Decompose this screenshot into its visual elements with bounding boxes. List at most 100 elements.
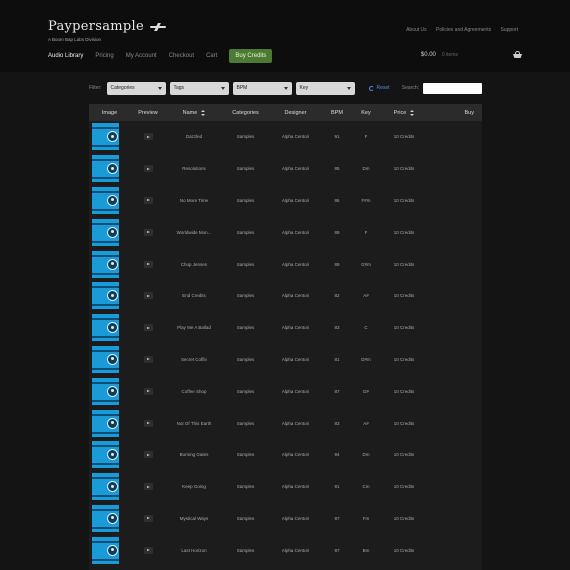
sample-category[interactable]: Samples	[222, 166, 269, 171]
link-policies[interactable]: Policies and Agreements	[436, 27, 491, 33]
play-button[interactable]	[143, 419, 153, 427]
sample-price: 10 Credits	[393, 547, 415, 553]
buy-credits-button[interactable]: Buy Credits	[229, 49, 273, 63]
search-input[interactable]	[423, 82, 482, 94]
sample-designer[interactable]: Alpha Centori	[269, 548, 322, 553]
sample-designer[interactable]: Alpha Centori	[269, 421, 322, 426]
sample-name[interactable]: Play Me A Ballad	[166, 325, 222, 330]
nav-pricing[interactable]: Pricing	[95, 53, 113, 59]
sample-category[interactable]: Samples	[222, 262, 269, 267]
sample-bpm: 83	[334, 325, 340, 331]
album-art-image	[92, 123, 119, 151]
basket-icon[interactable]	[513, 51, 522, 58]
link-support[interactable]: Support	[500, 27, 518, 33]
header-price[interactable]: Price	[380, 109, 428, 116]
play-icon	[146, 453, 150, 456]
play-button[interactable]	[143, 228, 153, 236]
sample-name[interactable]: End Credits	[166, 293, 222, 298]
sample-designer[interactable]: Alpha Centori	[269, 262, 322, 267]
sample-category[interactable]: Samples	[222, 134, 269, 139]
thumbnail-cell	[89, 186, 130, 214]
album-art-image	[92, 377, 119, 405]
sample-category[interactable]: Samples	[222, 452, 269, 457]
sample-name[interactable]: Keep Going	[166, 484, 222, 489]
categories-select[interactable]: Categories	[106, 81, 166, 95]
sample-category[interactable]: Samples	[222, 325, 269, 330]
sample-category[interactable]: Samples	[222, 230, 269, 235]
sample-designer[interactable]: Alpha Centori	[269, 230, 322, 235]
sample-name[interactable]: Dazzled	[166, 134, 222, 139]
play-button[interactable]	[143, 355, 153, 363]
play-button[interactable]	[143, 514, 153, 522]
sample-price: 10 Credits	[393, 515, 415, 521]
sample-bpm: 87	[334, 388, 340, 394]
play-button[interactable]	[143, 451, 153, 459]
sample-designer[interactable]: Alpha Centori	[269, 325, 322, 330]
paper-plane-icon	[150, 22, 167, 31]
play-button[interactable]	[143, 260, 153, 268]
tags-select[interactable]: Tags	[169, 81, 229, 95]
sample-name[interactable]: Coffee Shop	[166, 389, 222, 394]
table-row: Burning Gates Samples Alpha Centori 94 Dm 10 …	[89, 439, 482, 471]
sample-name[interactable]: Mystical Ways	[166, 516, 222, 521]
sample-name[interactable]: Worldwide Mon...	[166, 230, 222, 235]
link-about-us[interactable]: About Us	[406, 27, 427, 33]
sample-designer[interactable]: Alpha Centori	[269, 198, 322, 203]
sample-category[interactable]: Samples	[222, 516, 269, 521]
sample-designer[interactable]: Alpha Centori	[269, 134, 322, 139]
play-button[interactable]	[143, 196, 153, 204]
sample-designer[interactable]: Alpha Centori	[269, 293, 322, 298]
sample-category[interactable]: Samples	[222, 293, 269, 298]
nav-my-account[interactable]: My Account	[126, 53, 157, 59]
key-select[interactable]: Key	[295, 81, 355, 95]
play-button[interactable]	[143, 387, 153, 395]
sample-price: 10 Credits	[393, 293, 415, 299]
sample-name[interactable]: Burning Gates	[166, 452, 222, 457]
thumbnail-cell	[89, 218, 130, 246]
sample-designer[interactable]: Alpha Centori	[269, 484, 322, 489]
table-row: End Credits Samples Alpha Centori 82 A# 10 Cr…	[89, 280, 482, 312]
nav-cart[interactable]: Cart	[206, 53, 217, 59]
play-icon	[146, 485, 150, 488]
album-art-image	[92, 155, 119, 183]
play-button[interactable]	[143, 292, 153, 300]
play-icon	[146, 263, 150, 266]
play-button[interactable]	[143, 133, 153, 141]
sample-designer[interactable]: Alpha Centori	[269, 389, 322, 394]
sample-designer[interactable]: Alpha Centori	[269, 452, 322, 457]
sample-designer[interactable]: Alpha Centori	[269, 166, 322, 171]
sample-price: 10 Credits	[393, 420, 415, 426]
nav-checkout[interactable]: Checkout	[169, 53, 194, 59]
sample-category[interactable]: Samples	[222, 484, 269, 489]
preview-cell	[130, 133, 166, 141]
play-button[interactable]	[143, 546, 153, 554]
play-button[interactable]	[143, 483, 153, 491]
sample-designer[interactable]: Alpha Centori	[269, 357, 322, 362]
sample-price: 10 Credits	[393, 388, 415, 394]
sample-category[interactable]: Samples	[222, 421, 269, 426]
album-art-image	[92, 473, 119, 501]
sample-designer[interactable]: Alpha Centori	[269, 516, 322, 521]
play-button[interactable]	[143, 324, 153, 332]
play-button[interactable]	[143, 165, 153, 173]
sample-name[interactable]: Not Of This Earth	[166, 421, 222, 426]
sample-name[interactable]: Last Horizon	[166, 548, 222, 553]
site-header: Paypersample A Boom Bap Labs Division Ab…	[0, 0, 570, 72]
table-row: Coffee Shop Samples Alpha Centori 87 D# 10 Cr…	[89, 375, 482, 407]
sample-price: 10 Credits	[393, 356, 415, 362]
cart-summary[interactable]: $0.00 0 items	[421, 51, 522, 58]
sample-category[interactable]: Samples	[222, 389, 269, 394]
header-name[interactable]: Name	[166, 109, 222, 116]
sample-category[interactable]: Samples	[222, 548, 269, 553]
sample-name[interactable]: Chop Jensen	[166, 262, 222, 267]
brand-logo[interactable]: Paypersample A Boom Bap Labs Division	[48, 19, 167, 42]
nav-audio-library[interactable]: Audio Library	[48, 53, 83, 59]
sample-name[interactable]: No More Time	[166, 198, 222, 203]
bpm-select[interactable]: BPM	[232, 81, 292, 95]
sample-name[interactable]: Secret Coffin	[166, 357, 222, 362]
sample-category[interactable]: Samples	[222, 198, 269, 203]
sample-key: F	[364, 134, 368, 140]
reset-button[interactable]: Reset	[368, 85, 390, 91]
sample-category[interactable]: Samples	[222, 357, 269, 362]
sample-name[interactable]: Resolutions	[166, 166, 222, 171]
